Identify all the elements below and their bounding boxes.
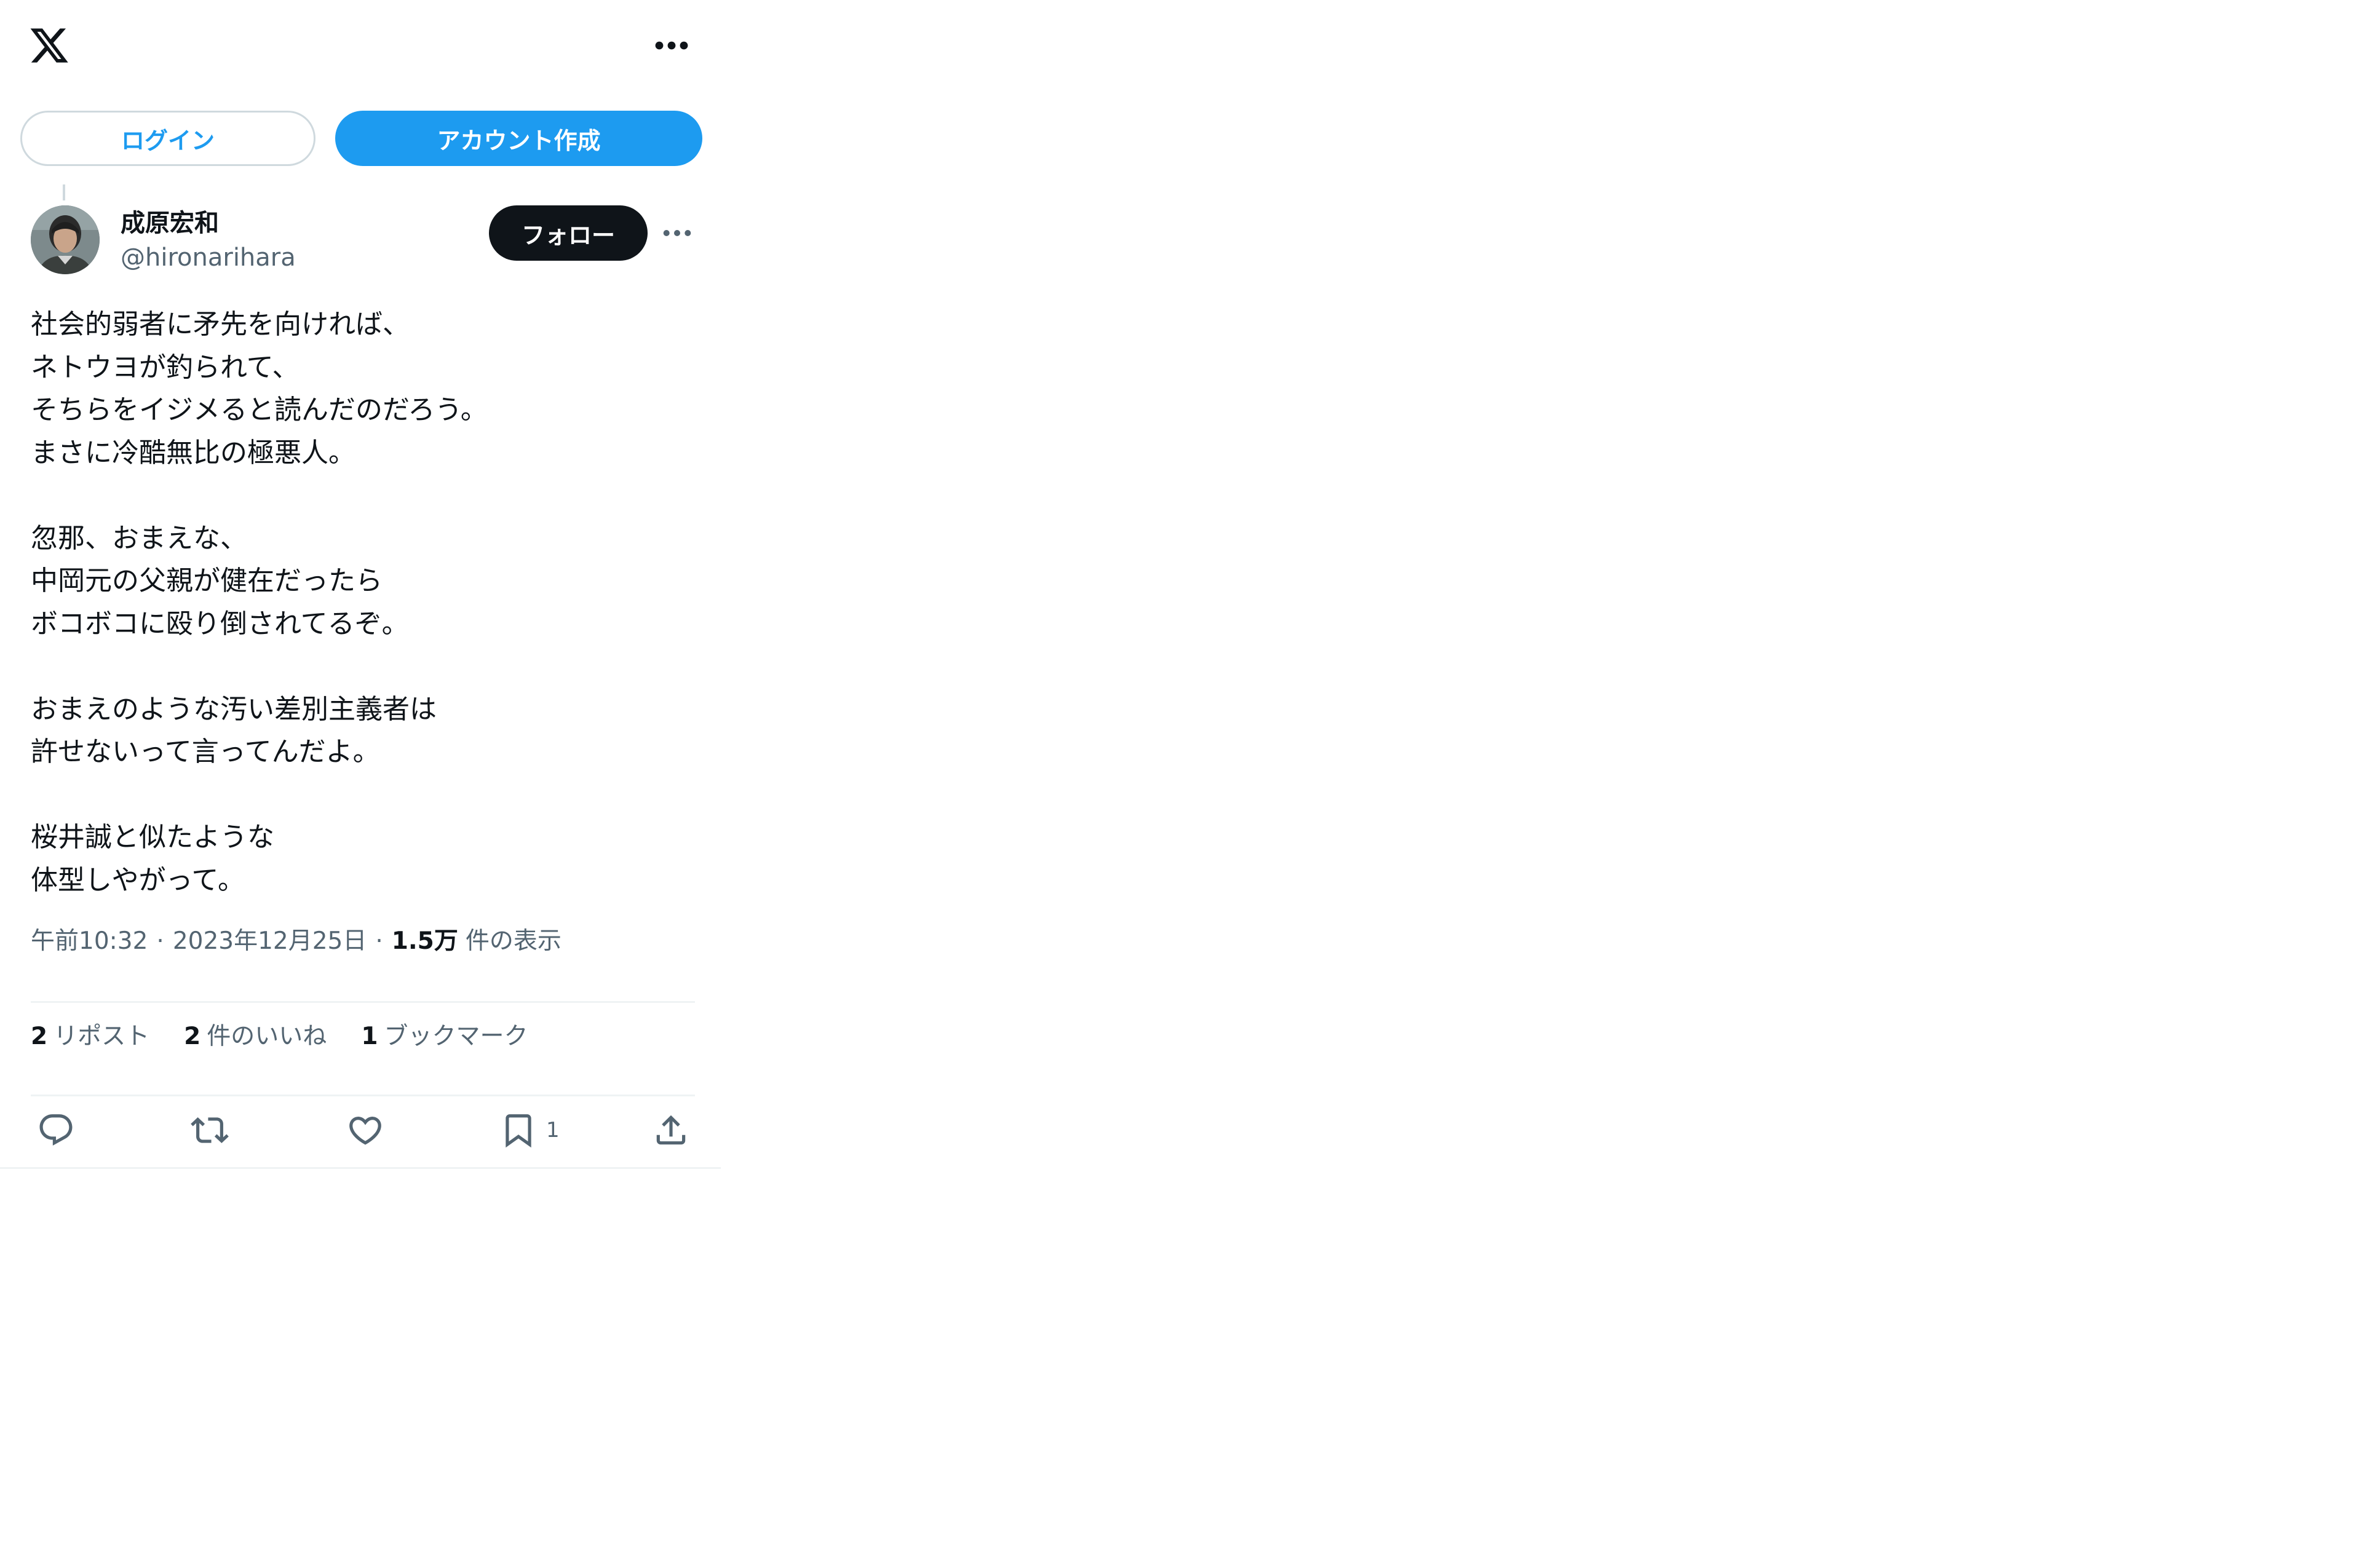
tweet-text: 社会的弱者に矛先を向ければ、 ネトウヨが釣られて、 そちらをイジメると読んだのだ…	[31, 309, 488, 896]
x-logo-icon[interactable]	[28, 25, 70, 66]
create-account-button[interactable]: アカウント作成	[335, 111, 702, 166]
likes-stat[interactable]: 2 件のいいね	[184, 1020, 327, 1054]
follow-button[interactable]: フォロー	[489, 205, 648, 261]
share-button[interactable]	[652, 1107, 690, 1154]
reposts-count: 2	[31, 1023, 48, 1050]
more-horizontal-icon[interactable]	[652, 28, 691, 63]
repost-button[interactable]	[191, 1107, 229, 1154]
tweet-more-icon[interactable]	[661, 218, 694, 248]
views-count: 1.5万	[391, 927, 458, 955]
bookmarks-label: ブックマーク	[384, 1023, 528, 1050]
login-button[interactable]: ログイン	[20, 111, 315, 166]
top-bar	[0, 0, 721, 92]
repost-icon	[191, 1117, 229, 1143]
bookmark-button[interactable]: 1	[499, 1107, 560, 1154]
avatar[interactable]	[31, 205, 100, 274]
tweet-meta: 午前10:32 · 2023年12月25日 · 1.5万 件の表示	[31, 924, 561, 959]
bottom-border	[0, 1167, 721, 1169]
divider	[31, 1095, 695, 1096]
tweet-stats: 2 リポスト 2 件のいいね 1 ブックマーク	[31, 1020, 562, 1054]
author-display-name[interactable]: 成原宏和	[121, 207, 219, 240]
reposts-label: リポスト	[54, 1023, 150, 1050]
action-bar: 1	[0, 1101, 721, 1160]
thread-connector	[63, 184, 65, 200]
meta-separator: ·	[156, 927, 164, 955]
reply-icon	[39, 1114, 73, 1146]
bookmarks-count: 1	[361, 1023, 378, 1050]
avatar-image	[31, 205, 100, 274]
like-button[interactable]	[346, 1107, 384, 1154]
heart-icon	[349, 1117, 381, 1145]
tweet-date[interactable]: 2023年12月25日	[173, 924, 367, 959]
likes-label: 件のいいね	[207, 1023, 327, 1050]
reply-button[interactable]	[37, 1107, 75, 1154]
bookmarks-stat[interactable]: 1 ブックマーク	[361, 1020, 528, 1054]
bookmark-icon	[506, 1114, 531, 1148]
divider	[31, 1001, 695, 1003]
likes-count: 2	[184, 1023, 201, 1050]
tweet-time[interactable]: 午前10:32	[31, 924, 148, 959]
author-handle[interactable]: @hironarihara	[121, 241, 296, 274]
reposts-stat[interactable]: 2 リポスト	[31, 1020, 149, 1054]
views-label: 件の表示	[465, 927, 561, 955]
bookmark-count: 1	[546, 1118, 560, 1142]
share-icon	[656, 1115, 686, 1145]
meta-separator: ·	[375, 927, 383, 955]
